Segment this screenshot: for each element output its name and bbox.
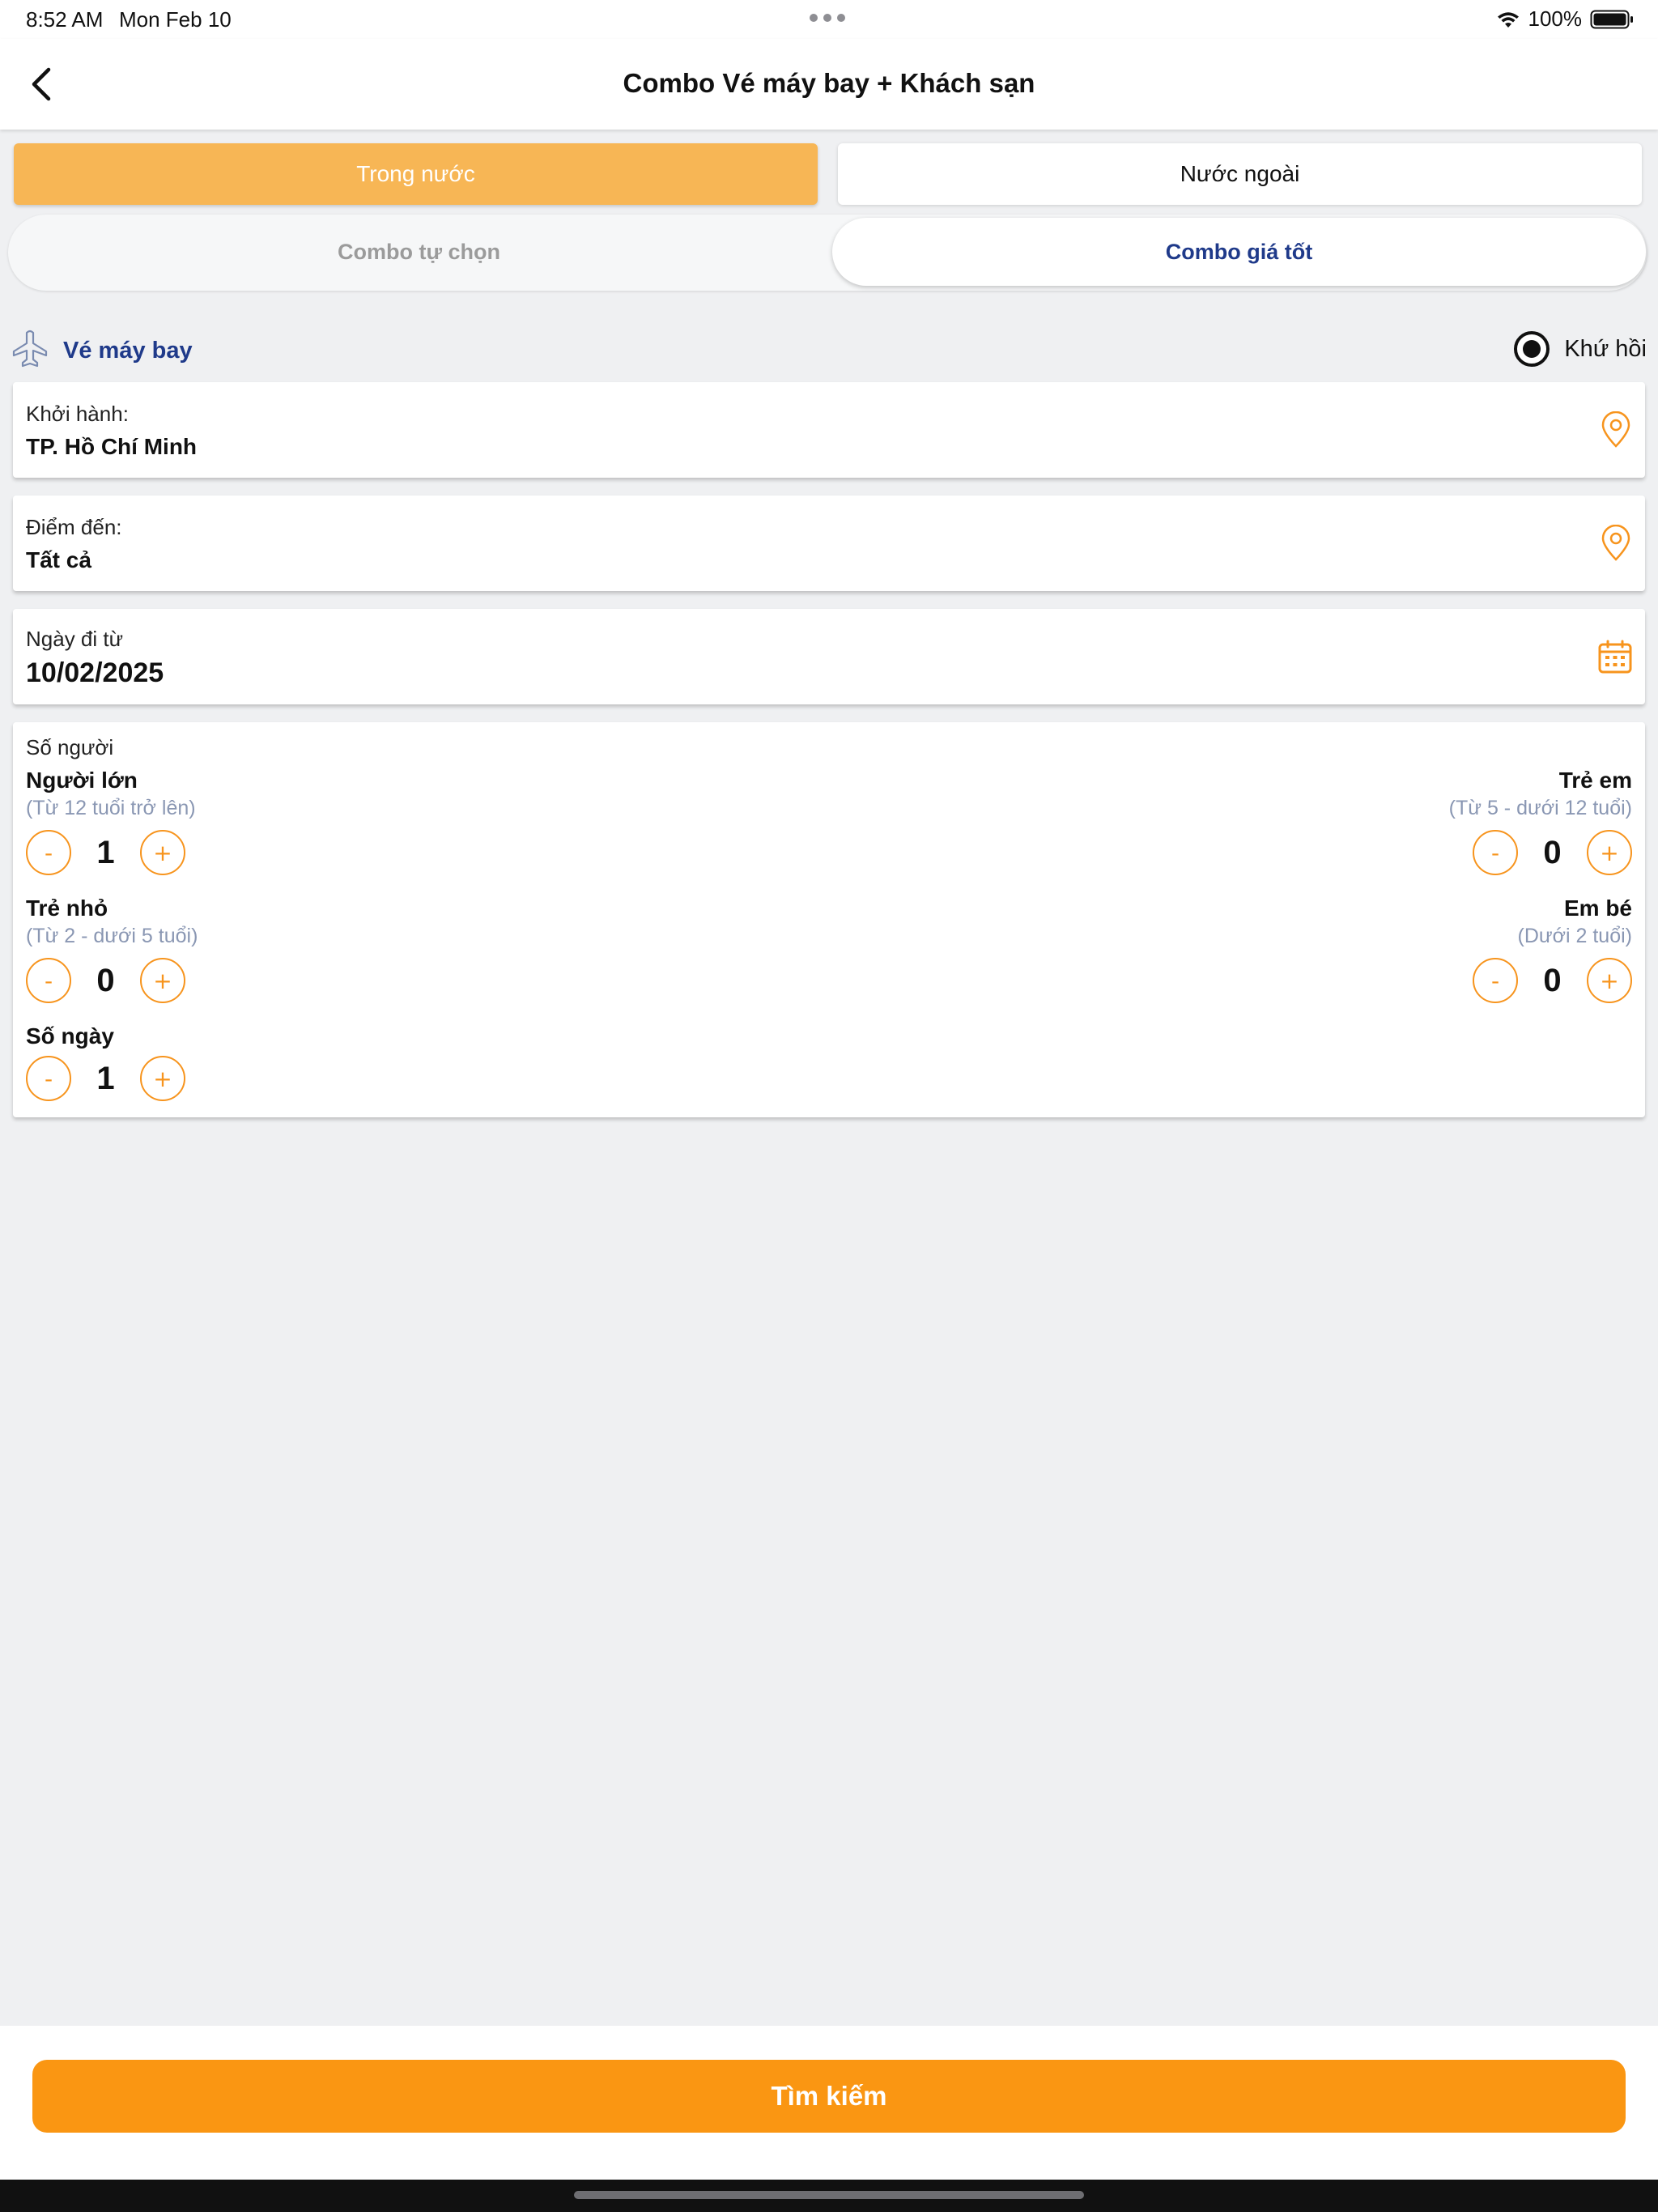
child-count: 0	[1543, 834, 1562, 870]
flight-section-header: Vé máy bay Khứ hồi	[11, 328, 1647, 373]
infant-label: Em bé	[1563, 895, 1632, 921]
toddler-stepper: - 0 +	[26, 958, 198, 1003]
infant-plus-button[interactable]: +	[1587, 958, 1632, 1003]
infant-desc: (Dưới 2 tuổi)	[1517, 925, 1633, 947]
region-tabs: Trong nước Nước ngoài	[14, 143, 1644, 206]
adult-desc: (Từ 12 tuổi trở lên)	[26, 797, 196, 819]
toddler-label: Trẻ nhỏ	[26, 895, 108, 921]
toddler-minus-button[interactable]: -	[26, 958, 71, 1003]
child-label: Trẻ em	[1558, 768, 1632, 793]
infant-group: Em bé (Dưới 2 tuổi) - 0 +	[1473, 895, 1632, 1003]
destination-field[interactable]: Điểm đến: Tất cả	[13, 496, 1645, 591]
tab-combo-custom[interactable]: Combo tự chọn	[12, 218, 826, 286]
airplane-icon	[12, 330, 48, 368]
destination-value: Tất cả	[26, 547, 91, 572]
date-value: 10/02/2025	[26, 657, 164, 688]
location-pin-icon	[1601, 525, 1630, 561]
infant-stepper: - 0 +	[1473, 958, 1632, 1003]
adult-count: 1	[96, 834, 115, 870]
date-field[interactable]: Ngày đi từ 10/02/2025	[13, 609, 1645, 704]
child-stepper: - 0 +	[1449, 830, 1632, 875]
status-bar: 8:52 AM Mon Feb 10 100%	[0, 0, 1658, 39]
combo-segmented-control: Combo tự chọn Combo giá tốt	[8, 215, 1647, 291]
departure-label: Khởi hành:	[26, 402, 129, 426]
home-indicator-bar	[0, 2180, 1658, 2212]
days-group: Số ngày - 1 +	[26, 1023, 185, 1101]
child-desc: (Từ 5 - dưới 12 tuổi)	[1448, 797, 1632, 819]
adult-group: Người lớn (Từ 12 tuổi trở lên) - 1 +	[26, 768, 196, 875]
people-card: Số người Người lớn (Từ 12 tuổi trở lên) …	[13, 722, 1645, 1117]
destination-label: Điểm đến:	[26, 515, 122, 539]
departure-field[interactable]: Khởi hành: TP. Hồ Chí Minh	[13, 382, 1645, 478]
toddler-count: 0	[96, 962, 115, 998]
roundtrip-radio[interactable]: Khứ hồi	[1514, 331, 1647, 367]
days-count: 1	[96, 1060, 115, 1096]
page-title: Combo Vé máy bay + Khách sạn	[623, 68, 1035, 98]
adult-label: Người lớn	[26, 768, 138, 793]
toddler-desc: (Từ 2 - dưới 5 tuổi)	[26, 925, 198, 947]
tab-combo-best-price[interactable]: Combo giá tốt	[832, 218, 1646, 286]
wifi-icon	[1497, 11, 1519, 28]
adult-stepper: - 1 +	[26, 830, 196, 875]
calendar-icon	[1598, 640, 1632, 674]
tab-domestic[interactable]: Trong nước	[14, 143, 818, 205]
days-plus-button[interactable]: +	[140, 1056, 185, 1101]
status-right: 100%	[1496, 6, 1635, 32]
battery-icon	[1590, 10, 1633, 28]
multitasking-dots-icon[interactable]	[810, 14, 845, 22]
child-group: Trẻ em (Từ 5 - dưới 12 tuổi) - 0 +	[1449, 768, 1632, 875]
status-time: 8:52 AM	[26, 7, 104, 32]
date-label: Ngày đi từ	[26, 627, 124, 651]
toddler-group: Trẻ nhỏ (Từ 2 - dưới 5 tuổi) - 0 +	[26, 895, 198, 1003]
infant-count: 0	[1543, 962, 1562, 998]
days-minus-button[interactable]: -	[26, 1056, 71, 1101]
status-date: Mon Feb 10	[119, 7, 232, 32]
child-plus-button[interactable]: +	[1587, 830, 1632, 875]
adult-plus-button[interactable]: +	[140, 830, 185, 875]
location-pin-icon	[1601, 411, 1630, 448]
nav-bar: Combo Vé máy bay + Khách sạn	[0, 39, 1658, 130]
home-indicator[interactable]	[574, 2191, 1084, 2199]
roundtrip-label: Khứ hồi	[1564, 335, 1647, 362]
departure-value: TP. Hồ Chí Minh	[26, 434, 198, 459]
tab-foreign[interactable]: Nước ngoài	[838, 143, 1642, 205]
toddler-plus-button[interactable]: +	[140, 958, 185, 1003]
radio-selected-icon[interactable]	[1514, 331, 1550, 367]
bottom-action-bar: Tìm kiếm	[0, 2026, 1658, 2180]
people-title: Số người	[26, 735, 114, 759]
child-minus-button[interactable]: -	[1473, 830, 1518, 875]
adult-minus-button[interactable]: -	[26, 830, 71, 875]
search-button[interactable]: Tìm kiếm	[32, 2060, 1626, 2133]
days-label: Số ngày	[26, 1023, 114, 1049]
infant-minus-button[interactable]: -	[1473, 958, 1518, 1003]
flight-label: Vé máy bay	[63, 338, 193, 364]
battery-percent: 100%	[1528, 6, 1583, 31]
days-stepper: - 1 +	[26, 1056, 185, 1101]
